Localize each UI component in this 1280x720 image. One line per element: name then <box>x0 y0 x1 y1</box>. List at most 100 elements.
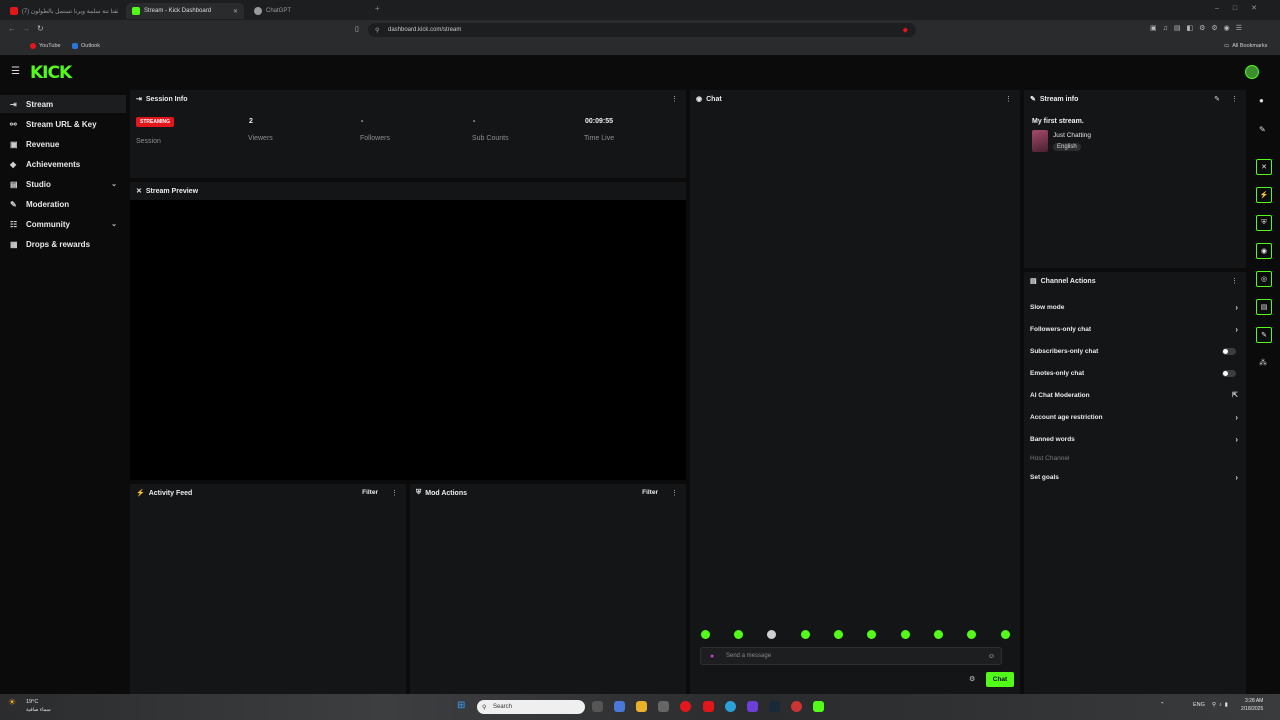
more-options-icon[interactable]: ⋮ <box>1005 95 1012 103</box>
broadcast-icon: ◎ <box>1260 276 1268 283</box>
sidebar-item-achievements[interactable]: ◆ Achievements <box>0 155 126 173</box>
sidebar-item-studio[interactable]: ▤ Studio ⌄ <box>0 175 126 193</box>
chevron-down-icon[interactable]: ⌄ <box>111 220 117 228</box>
more-options-icon[interactable]: ⋮ <box>671 95 678 103</box>
add-widget-icon[interactable]: ⁂ <box>1259 358 1267 367</box>
more-options-icon[interactable]: ⋮ <box>671 489 678 497</box>
filter-button[interactable]: Filter <box>362 489 378 496</box>
microphone-icon[interactable]: ● <box>710 653 714 660</box>
url-field[interactable]: ⚲ dashboard.kick.com/stream ◆ <box>368 23 916 37</box>
network-volume-icons[interactable]: ⚲♪▮ <box>1212 702 1231 708</box>
more-options-icon[interactable]: ⋮ <box>1231 95 1238 103</box>
emotes-only-toggle[interactable] <box>1222 369 1236 377</box>
action-set-goals[interactable]: Set goals › <box>1030 470 1238 484</box>
sidebar-item-drops-rewards[interactable]: ▦ Drops & rewards <box>0 235 126 253</box>
bookmark-outlook[interactable]: Outlook <box>72 43 100 49</box>
task-view-icon[interactable] <box>592 701 603 712</box>
obs-icon[interactable] <box>791 701 802 712</box>
chat-message-input[interactable]: ● Send a message ☺ <box>700 647 1002 665</box>
expand-icon[interactable]: ✕ <box>136 187 142 195</box>
mod-actions-panel: ⛨ Mod Actions Filter ⋮ <box>410 484 686 694</box>
file-explorer-icon[interactable] <box>636 701 647 712</box>
steam-icon[interactable] <box>769 701 780 712</box>
action-banned-words[interactable]: Banned words › <box>1030 432 1238 446</box>
rail-shield-button[interactable]: ⛨ <box>1256 215 1272 231</box>
telegram-icon[interactable] <box>725 701 736 712</box>
action-label: Emotes-only chat <box>1030 369 1085 377</box>
tray-chevron-icon[interactable]: ⌃ <box>1160 702 1165 708</box>
emote-icon[interactable] <box>1001 630 1010 639</box>
emote-icon[interactable] <box>734 630 743 639</box>
back-icon[interactable]: ← <box>8 24 16 33</box>
tab-chatgpt[interactable]: ChatGPT <box>248 3 366 19</box>
emote-icon[interactable] <box>967 630 976 639</box>
more-options-icon[interactable]: ⋮ <box>1231 277 1238 285</box>
app-icon[interactable] <box>658 701 669 712</box>
app-icon[interactable] <box>747 701 758 712</box>
close-tab-icon[interactable]: ✕ <box>233 8 238 15</box>
emote-icon[interactable] <box>901 630 910 639</box>
send-chat-button[interactable]: Chat <box>986 672 1014 687</box>
forward-icon[interactable]: → <box>22 24 30 33</box>
pencil-icon[interactable]: ✎ <box>1259 125 1266 134</box>
bookmark-youtube[interactable]: YouTube <box>30 43 61 49</box>
brave-shield-icon[interactable]: ◆ <box>903 26 908 34</box>
taskbar-search[interactable]: ⚲ Search <box>477 700 585 714</box>
sidebar-item-moderation[interactable]: ✎ Moderation <box>0 195 126 213</box>
action-ai-chat-moderation[interactable]: AI Chat Moderation ⇱ <box>1030 388 1238 402</box>
subscribers-only-toggle[interactable] <box>1222 347 1236 355</box>
sidebar-item-label: Community <box>26 219 70 229</box>
rail-tools-button[interactable]: ✎ <box>1256 327 1272 343</box>
emote-icon[interactable] <box>867 630 876 639</box>
tab-youtube[interactable]: القنا تنة سلمة ويرنا تستمل بالطولون (7) <box>4 3 124 19</box>
video-preview[interactable] <box>130 200 686 480</box>
clock-time[interactable]: 3:28 AM <box>1245 698 1263 704</box>
tab-kick-dashboard[interactable]: Stream - Kick Dashboard ✕ <box>126 3 244 19</box>
rail-chat-button[interactable]: ◉ <box>1256 243 1272 259</box>
action-followers-only-chat[interactable]: Followers-only chat › <box>1030 322 1238 336</box>
hamburger-menu-icon[interactable]: ☰ <box>11 66 20 77</box>
gear-icon[interactable]: ⚙ <box>969 675 975 683</box>
extensions-icons[interactable]: ▣♫▤◧⚙⚙◉☰ <box>1150 24 1248 32</box>
revenue-icon: ▣ <box>10 139 18 149</box>
info-icon[interactable]: ● <box>1259 96 1264 105</box>
app-icon[interactable] <box>614 701 625 712</box>
chevron-down-icon[interactable]: ⌄ <box>111 180 117 188</box>
windows-start-icon[interactable]: ⊞ <box>457 700 465 711</box>
bookmark-icon[interactable]: ▯ <box>355 25 359 33</box>
rail-broadcast-button[interactable]: ◎ <box>1256 271 1272 287</box>
emote-icon[interactable] <box>834 630 843 639</box>
emote-icon[interactable] <box>767 630 776 639</box>
window-controls[interactable]: –□✕ <box>1215 4 1271 12</box>
action-account-age-restriction[interactable]: Account age restriction › <box>1030 410 1238 424</box>
rail-actions-button[interactable]: ▤ <box>1256 299 1272 315</box>
emote-icon[interactable] <box>801 630 810 639</box>
emote-icon[interactable] <box>701 630 710 639</box>
rail-session-button[interactable]: ✕ <box>1256 159 1272 175</box>
more-options-icon[interactable]: ⋮ <box>391 489 398 497</box>
kick-logo[interactable]: KICK <box>30 63 72 83</box>
emoji-icon[interactable]: ☺ <box>988 653 995 660</box>
sidebar-item-community[interactable]: ☷ Community ⌄ <box>0 215 126 233</box>
sidebar-item-stream-url-key[interactable]: ⚯ Stream URL & Key <box>0 115 126 133</box>
rail-activity-button[interactable]: ⚡ <box>1256 187 1272 203</box>
sidebar-item-stream[interactable]: ⇥ Stream <box>0 95 126 113</box>
chrome-icon[interactable] <box>680 701 691 712</box>
action-slow-mode[interactable]: Slow mode › <box>1030 300 1238 314</box>
edit-icon[interactable]: ✎ <box>1214 95 1220 103</box>
clock-date[interactable]: 2/18/2025 <box>1241 706 1263 712</box>
chat-icon: ◉ <box>1260 248 1268 255</box>
sidebar-item-revenue[interactable]: ▣ Revenue <box>0 135 126 153</box>
site-info-icon[interactable]: ⚲ <box>375 27 379 34</box>
app-icon[interactable] <box>813 701 824 712</box>
category-name[interactable]: Just Chatting <box>1053 132 1091 139</box>
filter-button[interactable]: Filter <box>642 489 658 496</box>
new-tab-icon[interactable]: + <box>375 4 380 13</box>
all-bookmarks[interactable]: ▭ All Bookmarks <box>1224 43 1267 49</box>
emote-icon[interactable] <box>934 630 943 639</box>
input-language[interactable]: ENG <box>1193 702 1205 708</box>
session-info-header: ⇥ Session Info <box>130 90 686 108</box>
reload-icon[interactable]: ↻ <box>37 24 44 33</box>
avatar[interactable] <box>1245 65 1259 79</box>
brave-icon[interactable] <box>703 701 714 712</box>
